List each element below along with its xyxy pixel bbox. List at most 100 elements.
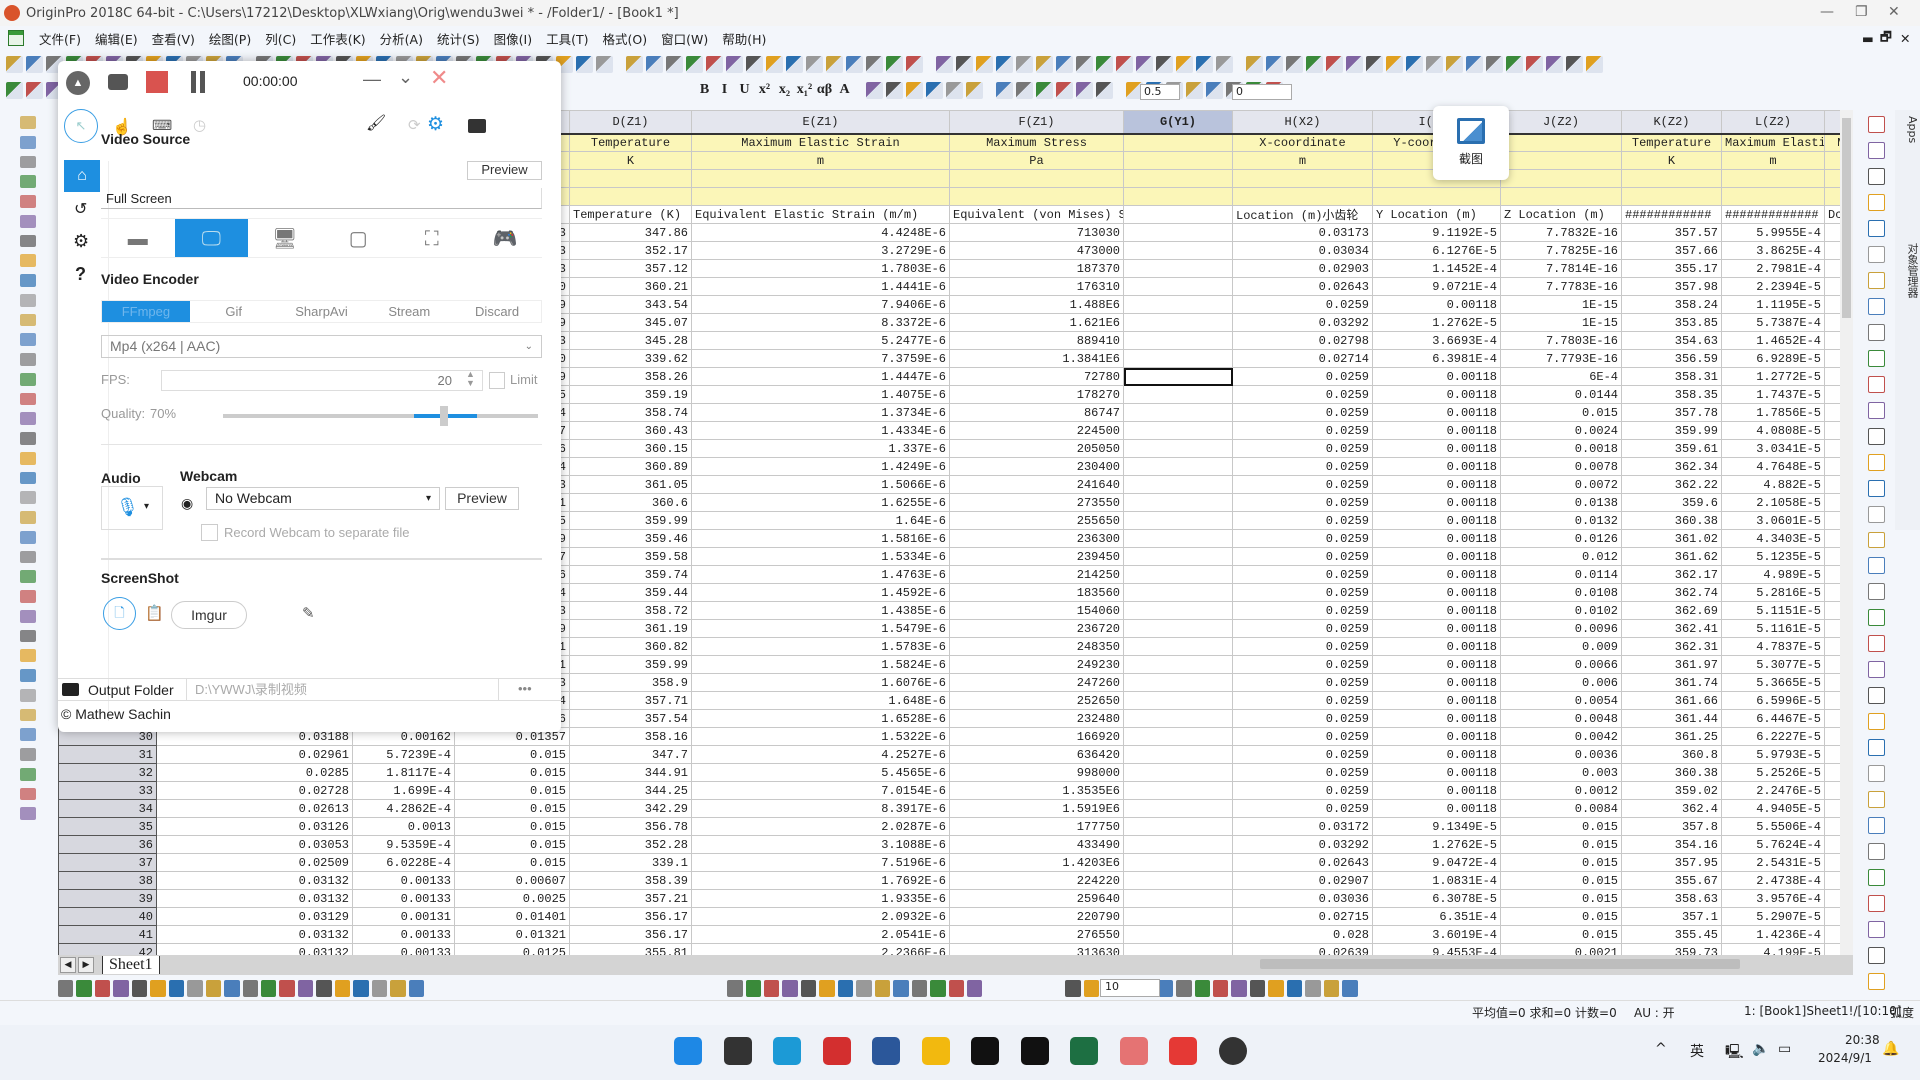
graph-tool-icon[interactable]	[837, 979, 854, 997]
cell-I[interactable]: 6.351E-4	[1372, 907, 1501, 926]
tool-icon[interactable]	[19, 807, 36, 820]
cell-L[interactable]: 4.0808E-5	[1721, 421, 1825, 440]
cell-L[interactable]: 1.7437E-5	[1721, 385, 1825, 404]
cell-long-name[interactable]: Maximum Stress	[949, 133, 1124, 152]
toolbar-icon[interactable]	[846, 55, 863, 73]
cell-I[interactable]: 0.00118	[1372, 565, 1501, 584]
cell-C[interactable]: 0.015	[454, 745, 570, 764]
cell-I[interactable]: 0.00118	[1372, 295, 1501, 314]
cell-F[interactable]: 1.5919E6	[949, 799, 1124, 818]
close-button[interactable]: ✕	[1888, 4, 1900, 20]
cell-H[interactable]: 0.0259	[1232, 745, 1373, 764]
cell-A[interactable]: 0.0285	[156, 763, 353, 782]
cell-L[interactable]: 2.2394E-5	[1721, 277, 1825, 296]
cell-G[interactable]	[1123, 691, 1233, 710]
cell-G[interactable]	[1123, 385, 1233, 404]
cell-E[interactable]: 4.2527E-6	[691, 745, 950, 764]
toolbar-icon[interactable]	[936, 55, 953, 73]
cell-J[interactable]: 0.003	[1500, 763, 1622, 782]
graph-tool-icon[interactable]	[782, 979, 798, 997]
cell-I[interactable]: 9.1192E-5	[1372, 223, 1501, 242]
cell-I[interactable]: 0.00118	[1372, 547, 1501, 566]
graph-tool-icon[interactable]	[316, 979, 332, 997]
apps-label[interactable]: Apps	[1906, 116, 1919, 143]
menu-item[interactable]: 绘图(P)	[202, 29, 258, 48]
toolbar-icon[interactable]	[886, 81, 903, 99]
cell-C[interactable]: 0.01401	[454, 907, 570, 926]
cell-A[interactable]: 0.03053	[156, 835, 353, 854]
cell-E[interactable]: 2.0541E-6	[691, 925, 950, 944]
cell-F[interactable]: 998000	[949, 763, 1124, 782]
minimize-button[interactable]: —	[1820, 4, 1834, 20]
clipboard-icon[interactable]: 📋	[145, 604, 164, 622]
graph-tool-icon[interactable]	[297, 979, 314, 997]
toolbar-icon[interactable]	[1446, 55, 1463, 73]
cell-L[interactable]: 2.7981E-4	[1721, 259, 1825, 278]
layer-tool-icon[interactable]	[1867, 219, 1885, 237]
tool-icon[interactable]	[19, 629, 36, 643]
video-source-field[interactable]: Full Screen	[101, 188, 542, 209]
toolbar-icon[interactable]	[1036, 55, 1053, 73]
cell-H[interactable]: 0.03036	[1232, 889, 1373, 908]
toolbar-icon[interactable]	[1156, 55, 1173, 73]
toolbar-icon[interactable]	[576, 55, 593, 73]
cell-units[interactable]: K	[1621, 151, 1722, 170]
layer-tool-icon[interactable]	[1867, 869, 1885, 887]
cell-E[interactable]: 1.5824E-6	[691, 655, 950, 674]
cell-I[interactable]: 0.00118	[1372, 637, 1501, 656]
cell-J[interactable]: 0.015	[1500, 925, 1622, 944]
cell-D[interactable]: 358.72	[569, 601, 692, 620]
cell-G[interactable]	[1123, 565, 1233, 584]
encoder-tab-gif[interactable]: Gif	[190, 301, 278, 322]
cell-E[interactable]: 7.3759E-6	[691, 349, 950, 368]
cell-J[interactable]: 0.015	[1500, 907, 1622, 926]
cell-A[interactable]: 0.02728	[156, 781, 353, 800]
cell-J[interactable]: 7.7793E-16	[1500, 349, 1622, 368]
cell-J[interactable]: 0.009	[1500, 637, 1622, 656]
cell-G[interactable]	[1123, 259, 1233, 278]
cell-F[interactable]: 1.621E6	[949, 313, 1124, 332]
tool-icon[interactable]	[19, 353, 36, 366]
cell-A[interactable]: 0.03126	[156, 817, 353, 836]
cell-B[interactable]: 0.00133	[352, 925, 455, 944]
toolbar-icon[interactable]	[866, 55, 883, 73]
cell-I[interactable]: 0.00118	[1372, 655, 1501, 674]
cell-K[interactable]: 360.8	[1621, 745, 1722, 764]
network-icon[interactable]: 🖳	[1725, 1041, 1744, 1065]
netease-music-taskbar-icon[interactable]	[1169, 1037, 1197, 1065]
cell-A[interactable]: 0.02961	[156, 745, 353, 764]
cell-J[interactable]: 7.7825E-16	[1500, 241, 1622, 260]
cell-L[interactable]: 5.9955E-4	[1721, 223, 1825, 242]
cell-B[interactable]: 0.00131	[352, 907, 455, 926]
child-restore-button[interactable]: 🗗	[1880, 28, 1892, 49]
cell-K[interactable]: 359.99	[1621, 421, 1722, 440]
cell-G[interactable]	[1123, 817, 1233, 836]
toolbar-icon[interactable]	[906, 55, 923, 73]
cell-H[interactable]: 0.02639	[1232, 943, 1373, 955]
cell-I[interactable]: 0.00118	[1372, 673, 1501, 692]
cell-G[interactable]	[1123, 223, 1233, 242]
toolbar-icon[interactable]	[1326, 55, 1343, 73]
apps-panel-tab[interactable]: Apps 对象管理器	[1895, 110, 1920, 530]
cell-I[interactable]: 0.00118	[1372, 439, 1501, 458]
cell-I[interactable]: 6.3078E-5	[1372, 889, 1501, 908]
cell-K[interactable]: 354.16	[1621, 835, 1722, 854]
cell-A[interactable]: 0.03129	[156, 907, 353, 926]
layer-tool-icon[interactable]	[1867, 843, 1885, 861]
toolbar-icon[interactable]	[956, 55, 973, 73]
layer-tool-icon[interactable]	[1867, 167, 1885, 185]
toolbar-icon[interactable]	[866, 81, 883, 99]
child-close-button[interactable]: ✕	[1900, 31, 1910, 46]
close-icon[interactable]: ✕	[430, 65, 448, 91]
cell-F[interactable]: 86747	[949, 403, 1124, 422]
cell-K[interactable]: 355.67	[1621, 871, 1722, 890]
wps-taskbar-icon[interactable]	[971, 1037, 999, 1065]
menu-item[interactable]: 统计(S)	[430, 29, 487, 48]
cell-units[interactable]: m	[1232, 151, 1373, 170]
cell-I[interactable]: 0.00118	[1372, 511, 1501, 530]
format-button[interactable]: x²	[756, 82, 773, 98]
cell-D[interactable]: 358.26	[569, 367, 692, 386]
cell-J[interactable]: 0.0018	[1500, 439, 1622, 458]
tool-icon[interactable]	[19, 412, 36, 425]
layer-tool-icon[interactable]	[1867, 271, 1885, 289]
